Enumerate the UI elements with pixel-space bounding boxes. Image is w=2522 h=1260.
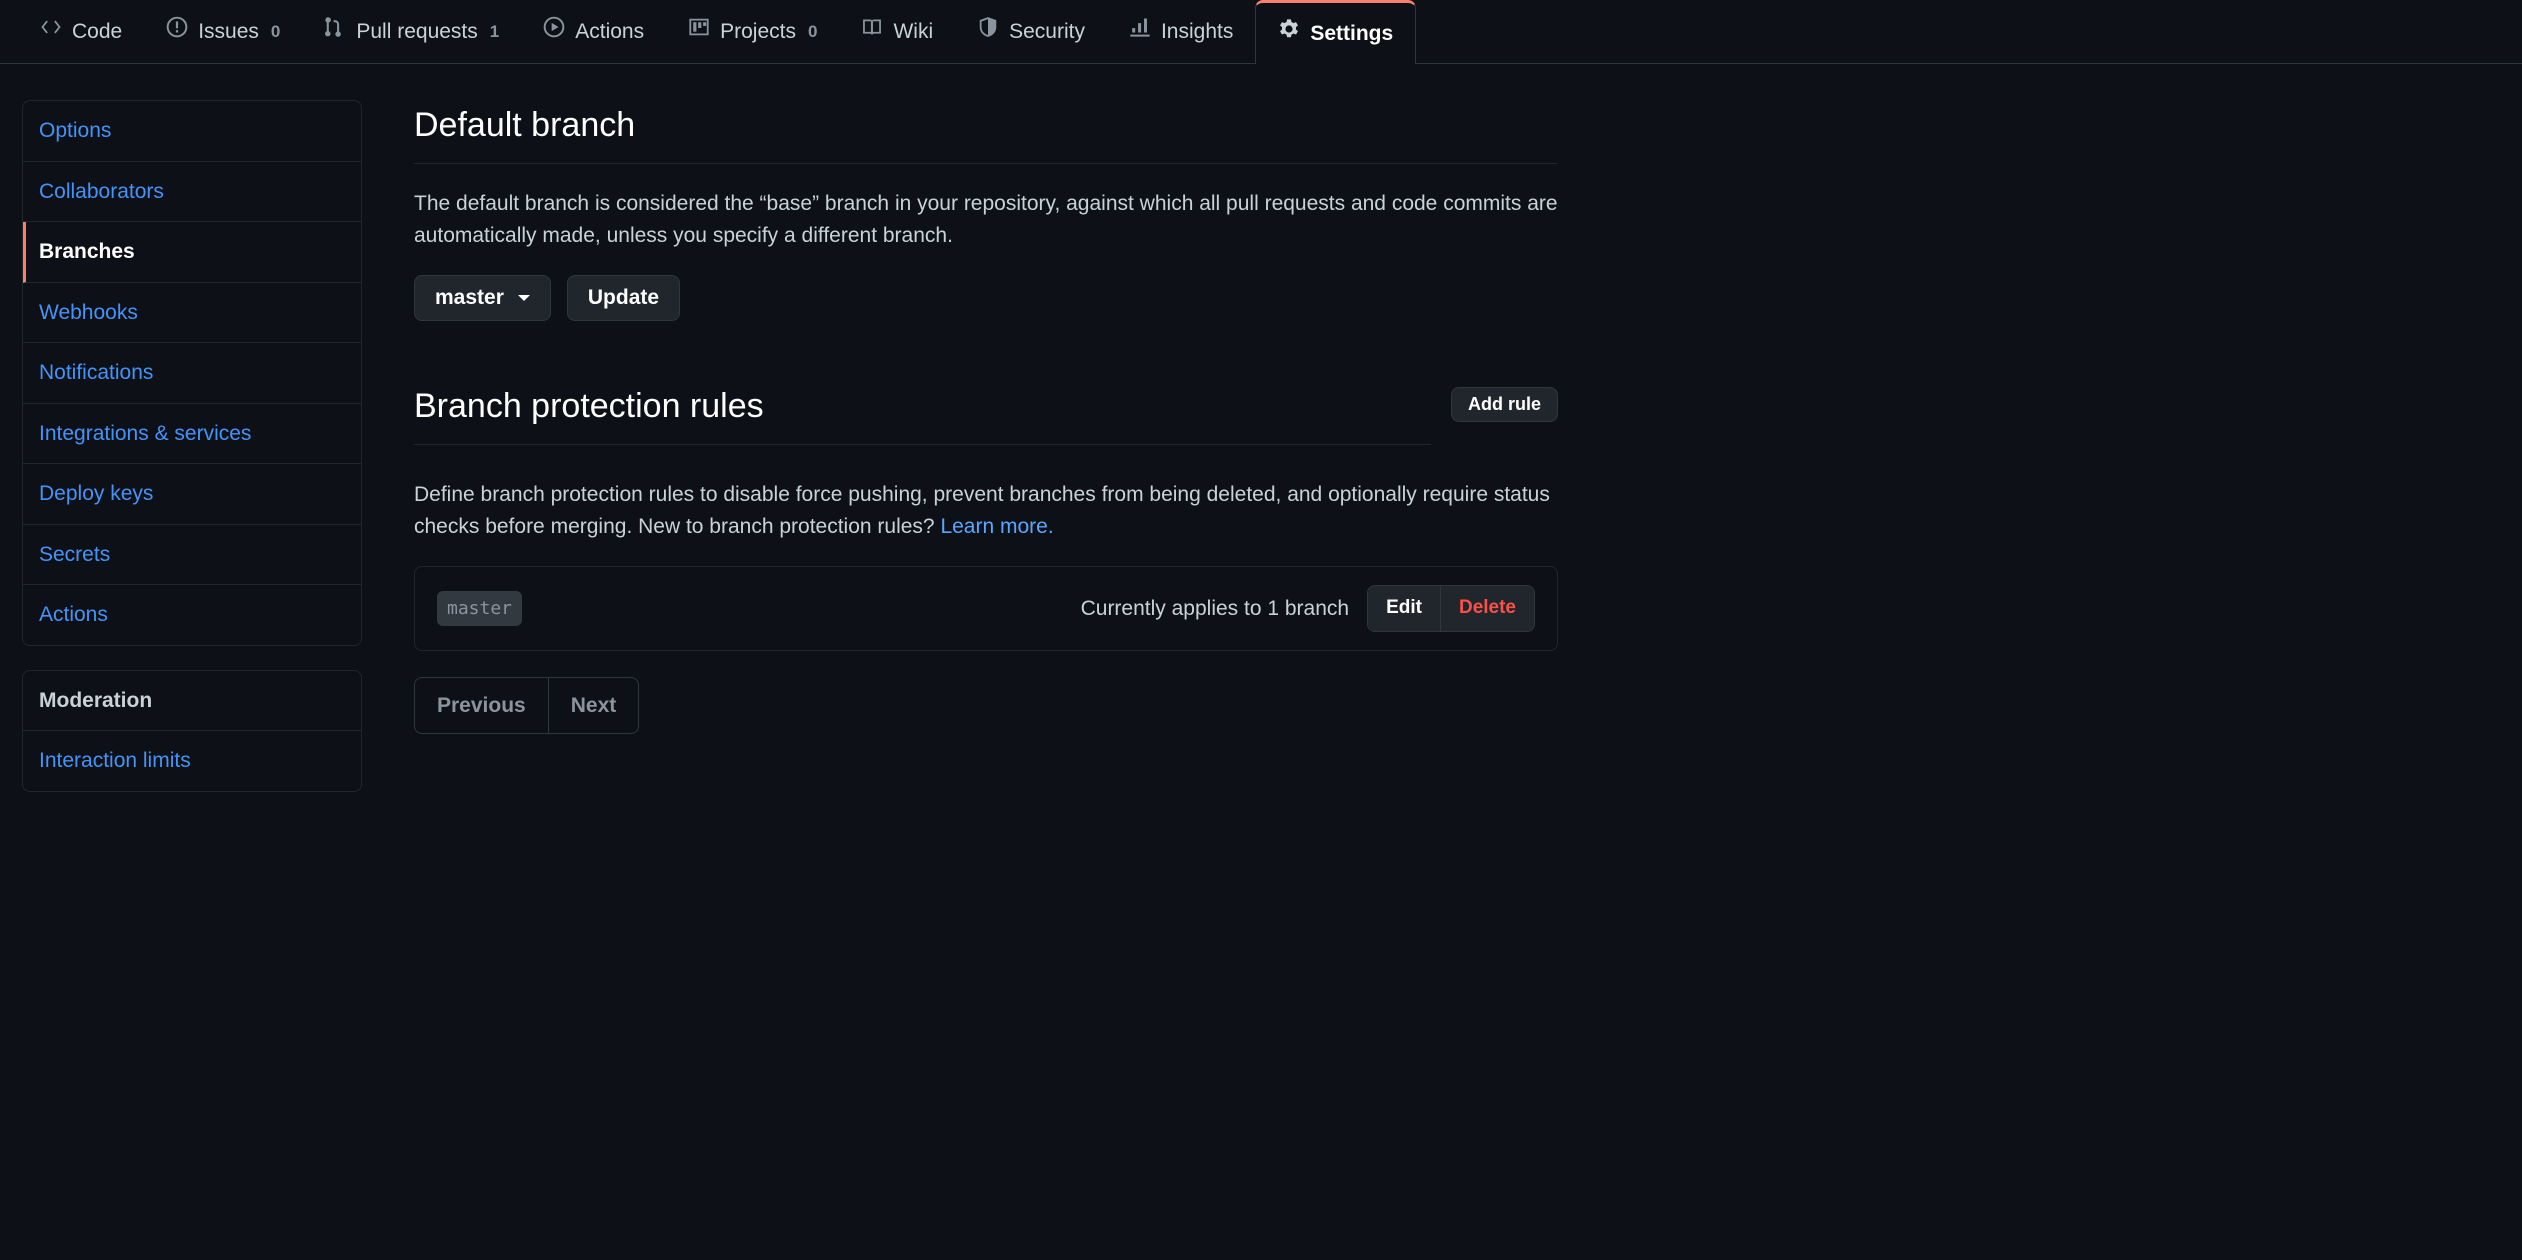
default-branch-selector[interactable]: master <box>414 275 551 321</box>
tab-label: Wiki <box>893 16 933 48</box>
code-icon <box>40 16 62 48</box>
settings-menu: OptionsCollaboratorsBranchesWebhooksNoti… <box>22 100 362 646</box>
rule-pager: Previous Next <box>414 677 639 735</box>
default-branch-title: Default branch <box>414 100 1558 164</box>
protection-header: Branch protection rules Add rule <box>414 381 1558 455</box>
rule-actions: Currently applies to 1 branch Edit Delet… <box>1081 585 1535 632</box>
sidebar-item-integrations-services[interactable]: Integrations & services <box>23 404 361 465</box>
sidebar-item-interaction-limits[interactable]: Interaction limits <box>23 731 361 791</box>
sidebar-item-deploy-keys[interactable]: Deploy keys <box>23 464 361 525</box>
pr-icon <box>324 16 346 48</box>
graph-icon <box>1129 16 1151 48</box>
tab-label: Projects <box>720 16 796 48</box>
project-icon <box>688 16 710 48</box>
sidebar-item-webhooks[interactable]: Webhooks <box>23 283 361 344</box>
tab-count: 0 <box>271 19 280 45</box>
book-icon <box>861 16 883 48</box>
default-branch-controls: master Update <box>414 275 1558 321</box>
edit-rule-button[interactable]: Edit <box>1368 586 1441 631</box>
tab-label: Pull requests <box>356 16 477 48</box>
tab-label: Settings <box>1310 18 1393 50</box>
tab-code[interactable]: Code <box>18 0 144 63</box>
rule-pattern: master <box>437 591 522 626</box>
sidebar-item-options[interactable]: Options <box>23 101 361 162</box>
tab-label: Insights <box>1161 16 1233 48</box>
tab-wiki[interactable]: Wiki <box>839 0 955 63</box>
protection-description: Define branch protection rules to disabl… <box>414 479 1558 542</box>
sidebar-item-branches[interactable]: Branches <box>23 222 361 283</box>
tab-insights[interactable]: Insights <box>1107 0 1255 63</box>
tab-label: Actions <box>575 16 644 48</box>
protection-title-text: Branch protection rules <box>414 381 764 432</box>
tab-actions[interactable]: Actions <box>521 0 666 63</box>
sidebar-item-actions[interactable]: Actions <box>23 585 361 645</box>
tab-security[interactable]: Security <box>955 0 1107 63</box>
protection-rule-row: master Currently applies to 1 branch Edi… <box>414 566 1558 651</box>
default-branch-selector-label: master <box>435 286 504 310</box>
tab-label: Code <box>72 16 122 48</box>
tab-pulls[interactable]: Pull requests 1 <box>302 0 521 63</box>
settings-sidebar: OptionsCollaboratorsBranchesWebhooksNoti… <box>22 100 362 792</box>
add-rule-button[interactable]: Add rule <box>1451 387 1558 422</box>
tab-issues[interactable]: Issues 0 <box>144 0 302 63</box>
update-default-branch-button[interactable]: Update <box>567 275 680 321</box>
default-branch-description: The default branch is considered the “ba… <box>414 188 1558 251</box>
pager-previous[interactable]: Previous <box>415 678 549 734</box>
delete-rule-button[interactable]: Delete <box>1441 586 1534 631</box>
pager-next[interactable]: Next <box>549 678 639 734</box>
moderation-header: Moderation <box>23 671 361 732</box>
page-body: OptionsCollaboratorsBranchesWebhooksNoti… <box>0 64 1580 852</box>
issue-icon <box>166 16 188 48</box>
tab-count: 1 <box>490 19 499 45</box>
rule-applies-text: Currently applies to 1 branch <box>1081 593 1349 625</box>
moderation-menu: ModerationInteraction limits <box>22 670 362 792</box>
sidebar-item-secrets[interactable]: Secrets <box>23 525 361 586</box>
sidebar-item-notifications[interactable]: Notifications <box>23 343 361 404</box>
protection-title: Branch protection rules <box>414 381 1431 445</box>
default-branch-title-text: Default branch <box>414 100 635 151</box>
tab-count: 0 <box>808 19 817 45</box>
tab-label: Issues <box>198 16 259 48</box>
settings-main: Default branch The default branch is con… <box>414 100 1558 792</box>
tab-projects[interactable]: Projects 0 <box>666 0 839 63</box>
tab-label: Security <box>1009 16 1085 48</box>
rule-buttons: Edit Delete <box>1367 585 1535 632</box>
tab-settings[interactable]: Settings <box>1255 0 1416 64</box>
learn-more-link[interactable]: Learn more. <box>940 515 1053 538</box>
repo-tabs: Code Issues 0 Pull requests 1 Actions Projects… <box>0 0 2522 64</box>
shield-icon <box>977 16 999 48</box>
play-icon <box>543 16 565 48</box>
sidebar-item-collaborators[interactable]: Collaborators <box>23 162 361 223</box>
gear-icon <box>1278 18 1300 50</box>
